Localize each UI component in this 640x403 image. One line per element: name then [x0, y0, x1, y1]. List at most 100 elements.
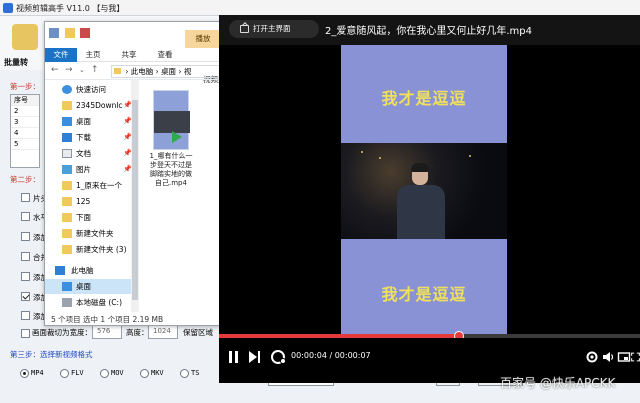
nav-label: 桌面	[76, 282, 91, 291]
save-icon[interactable]	[49, 28, 59, 38]
nav-item-quick-access[interactable]: 快速访问	[45, 82, 131, 97]
scrollbar-thumb[interactable]	[132, 100, 138, 300]
nav-item-folder[interactable]: 1_原来在一个	[45, 178, 131, 193]
up-arrow-icon[interactable]: ↑	[91, 65, 99, 75]
back-arrow-icon[interactable]: ←	[51, 65, 59, 75]
navigation-pane: 快速访问 2345Downlc 📌 桌面 📌 下载 📌 文档 📌 图片 📌 1_原来在一个…	[45, 80, 131, 312]
forward-arrow-icon[interactable]: →	[65, 65, 73, 75]
pin-icon: 📌	[123, 101, 131, 109]
list-item[interactable]: 5	[11, 139, 39, 150]
list-item[interactable]: 3	[11, 117, 39, 128]
app-title-bar: 视频剪辑高手 V11.0 【与我】	[0, 0, 640, 16]
format-radio-ts[interactable]	[180, 369, 189, 378]
nav-label: 桌面	[76, 117, 91, 126]
nav-item-desktop-selected[interactable]: 桌面	[45, 279, 131, 294]
person-figure	[391, 163, 451, 239]
pin-icon: 📌	[123, 133, 131, 141]
batch-convert-icon[interactable]	[12, 24, 38, 50]
file-name: 1_哪有什么一步登天不过是脚踏实地的做自己.mp4	[149, 152, 193, 187]
computer-icon	[55, 266, 65, 275]
option-checkbox-0[interactable]	[21, 193, 30, 202]
quick-access-toolbar	[49, 28, 93, 40]
breadcrumb-desktop[interactable]: 桌面	[161, 67, 176, 76]
batch-convert-label[interactable]: 批量转	[4, 57, 28, 68]
option-checkbox-3[interactable]	[21, 252, 30, 261]
mini-screen-icon[interactable]	[617, 350, 631, 364]
crop-width-input[interactable]: 576	[92, 325, 122, 339]
nav-item-folder[interactable]: 125	[45, 194, 131, 209]
tab-file[interactable]: 文件	[45, 48, 77, 62]
breadcrumb-pc[interactable]: 此电脑	[131, 67, 154, 76]
nav-label: 125	[76, 197, 91, 206]
format-label-flv: FLV	[71, 369, 84, 377]
properties-icon[interactable]	[80, 28, 91, 38]
format-radio-mov[interactable]	[100, 369, 109, 378]
option-checkbox-6[interactable]	[21, 311, 30, 320]
nav-label: 此电脑	[71, 266, 94, 275]
nav-item-folder[interactable]: 新建文件夹	[45, 226, 131, 241]
status-bar: 5 个项目 选中 1 个项目 2.19 MB	[51, 315, 164, 324]
video-frame[interactable]: 我才是逗逗 我才是逗逗	[341, 45, 507, 351]
nav-label: 快速访问	[76, 85, 106, 94]
next-icon[interactable]	[249, 351, 261, 363]
format-radio-mkv[interactable]	[140, 369, 149, 378]
loop-icon[interactable]	[271, 350, 286, 364]
folder-icon	[62, 181, 72, 190]
file-item[interactable]: 1_哪有什么一步登天不过是脚踏实地的做自己.mp4	[149, 90, 193, 210]
nav-item-folder[interactable]: 新建文件夹 (3)	[45, 242, 131, 257]
nav-item-folder[interactable]: 下面	[45, 210, 131, 225]
light-dot	[361, 151, 363, 153]
format-radio-mp4[interactable]	[20, 369, 29, 378]
list-item[interactable]: 2	[11, 106, 39, 117]
breadcrumb-folder[interactable]: 视	[184, 67, 192, 76]
video-player-window: 打开主界面 2_爱意随风起，你在我心里又何止好几年.mp4 我才是逗逗 我才是逗…	[219, 15, 640, 383]
open-main-window-button[interactable]: 打开主界面	[229, 20, 319, 38]
tab-view[interactable]: 查看	[151, 48, 179, 62]
address-box[interactable]: › 此电脑 › 桌面 › 视	[111, 65, 221, 78]
disk-icon	[62, 298, 72, 307]
explorer-tabs: 文件 主页 共享 查看 视频工具	[45, 48, 233, 84]
recent-chevron-icon[interactable]: ⌄	[79, 66, 85, 74]
light-dot	[469, 155, 471, 157]
nav-scrollbar[interactable]	[131, 80, 139, 312]
keep-area-label: 保留区域	[183, 328, 213, 337]
fullscreen-icon[interactable]	[631, 350, 640, 364]
video-scene	[341, 143, 507, 239]
app-title: 视频剪辑高手 V11.0 【与我】	[16, 4, 125, 13]
nav-label: 本地磁盘 (C:)	[76, 298, 122, 307]
nav-item-documents[interactable]: 文档 📌	[45, 146, 131, 161]
option-checkbox-4[interactable]	[21, 272, 30, 281]
tab-home[interactable]: 主页	[79, 48, 107, 62]
list-header: 序号	[11, 95, 39, 106]
settings-gear-icon[interactable]	[585, 350, 599, 364]
picture-icon	[62, 165, 72, 174]
play-badge-icon	[172, 131, 182, 143]
pin-icon: 📌	[123, 165, 131, 173]
nav-item-desktop[interactable]: 桌面 📌	[45, 114, 131, 129]
address-bar-row: ← → ⌄ ↑ › 此电脑 › 桌面 › 视	[45, 62, 221, 80]
nav-item-downloads[interactable]: 下载 📌	[45, 130, 131, 145]
document-icon	[62, 149, 72, 158]
pause-icon[interactable]	[229, 351, 239, 363]
file-list[interactable]: 序号 2 3 4 5	[10, 94, 40, 168]
nav-label: 新建文件夹 (3)	[76, 245, 127, 254]
nav-item-local-disk[interactable]: 本地磁盘 (C:)	[45, 295, 131, 310]
nav-item-pictures[interactable]: 图片 📌	[45, 162, 131, 177]
volume-icon[interactable]	[601, 350, 615, 364]
folder-icon[interactable]	[64, 28, 75, 38]
format-radio-flv[interactable]	[60, 369, 69, 378]
crop-checkbox[interactable]	[21, 329, 30, 338]
crop-label: 画面裁切为宽度：	[32, 328, 92, 337]
crop-height-input[interactable]: 1024	[148, 325, 178, 339]
step1-label: 第一步：	[10, 82, 40, 91]
nav-item-2345downloads[interactable]: 2345Downlc 📌	[45, 98, 131, 113]
nav-label: 下载	[76, 133, 91, 142]
nav-label: 文档	[76, 149, 91, 158]
nav-item-this-pc[interactable]: 此电脑	[45, 263, 131, 278]
option-checkbox-5[interactable]	[21, 292, 30, 301]
tab-play[interactable]: 播放	[185, 30, 221, 48]
list-item[interactable]: 4	[11, 128, 39, 139]
tab-share[interactable]: 共享	[115, 48, 143, 62]
option-checkbox-2[interactable]	[21, 232, 30, 241]
option-checkbox-1[interactable]	[21, 212, 30, 221]
